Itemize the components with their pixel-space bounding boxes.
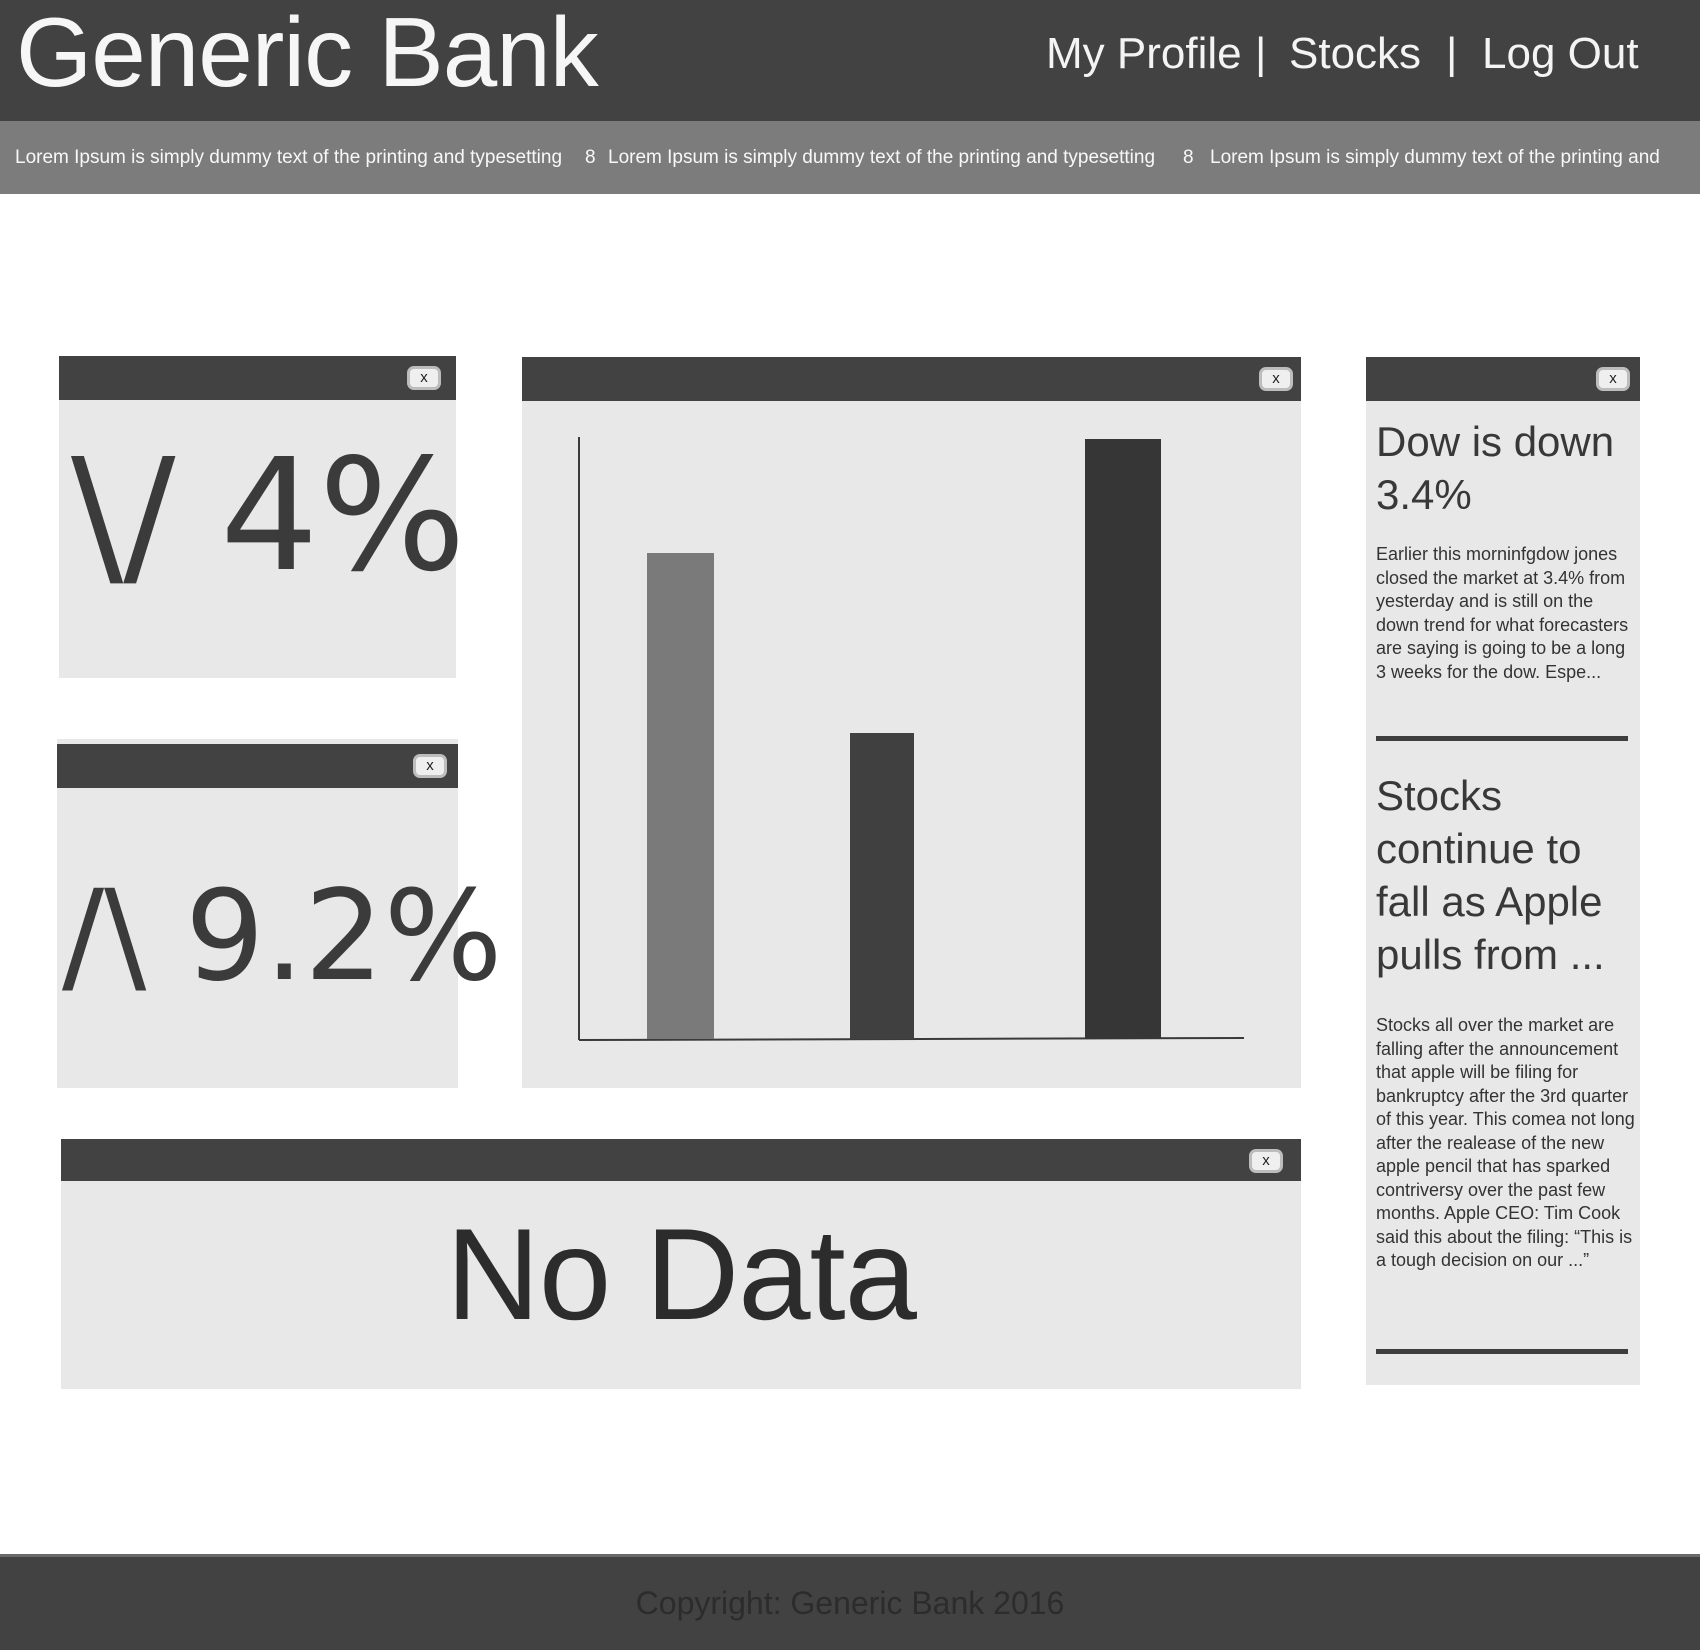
widget-titlebar: x: [57, 744, 458, 788]
no-data-widget: x No Data: [61, 1139, 1301, 1389]
close-button[interactable]: x: [1596, 367, 1630, 391]
close-button[interactable]: x: [413, 754, 447, 778]
news-ticker: Lorem Ipsum is simply dummy text of the …: [0, 121, 1700, 194]
nav-separator: |: [1446, 29, 1458, 78]
close-button[interactable]: x: [1249, 1149, 1283, 1173]
ticker-item[interactable]: Lorem Ipsum is simply dummy text of the …: [15, 121, 562, 194]
widget-titlebar: x: [61, 1139, 1301, 1181]
widget-titlebar: x: [1366, 357, 1640, 401]
site-header: Generic Bank My Profile | Stocks | Log O…: [0, 0, 1700, 121]
nav-my-profile[interactable]: My Profile: [1046, 24, 1242, 84]
brand-logo[interactable]: Generic Bank: [16, 0, 599, 104]
ticker-item[interactable]: Lorem Ipsum is simply dummy text of the …: [1210, 121, 1660, 194]
stat-value: 4%: [220, 425, 466, 606]
news-divider: [1376, 1349, 1628, 1354]
stat-widget-up: x /\ 9.2%: [57, 739, 503, 1088]
ticker-separator: 8: [1183, 147, 1194, 168]
chart-bar: [850, 733, 914, 1039]
site-footer: Copyright: Generic Bank 2016: [0, 1554, 1700, 1650]
news-widget: x Dow is down 3.4% Earlier this morninfg…: [1366, 357, 1640, 1385]
news-headline[interactable]: Dow is down 3.4%: [1376, 415, 1646, 521]
nav-log-out[interactable]: Log Out: [1482, 24, 1639, 84]
news-summary: Earlier this morninfgdow jones closed th…: [1376, 544, 1629, 682]
stat-value: 9.2%: [185, 864, 503, 1009]
chart-widget: x: [522, 357, 1301, 1088]
chart-bar: [1085, 439, 1161, 1039]
close-button[interactable]: x: [407, 366, 441, 390]
up-arrow-icon: /\: [62, 864, 147, 1009]
nav-stocks[interactable]: Stocks: [1289, 24, 1421, 84]
ticker-item[interactable]: Lorem Ipsum is simply dummy text of the …: [608, 121, 1155, 194]
copyright-text: Copyright: Generic Bank 2016: [635, 1585, 1065, 1621]
nav-separator: |: [1255, 29, 1267, 78]
down-arrow-icon: \/: [71, 425, 176, 606]
news-summary: Stocks all over the market are falling a…: [1376, 1015, 1635, 1270]
ticker-separator: 8: [585, 147, 596, 168]
bar-chart: [578, 437, 1245, 1041]
widget-titlebar: x: [59, 356, 456, 400]
chart-bar: [647, 553, 714, 1039]
news-divider: [1376, 736, 1628, 741]
no-data-message: No Data: [446, 1201, 917, 1347]
stat-widget-down: x \/ 4%: [59, 356, 466, 678]
news-headline[interactable]: Stocks continue to fall as Apple pulls f…: [1376, 769, 1646, 981]
